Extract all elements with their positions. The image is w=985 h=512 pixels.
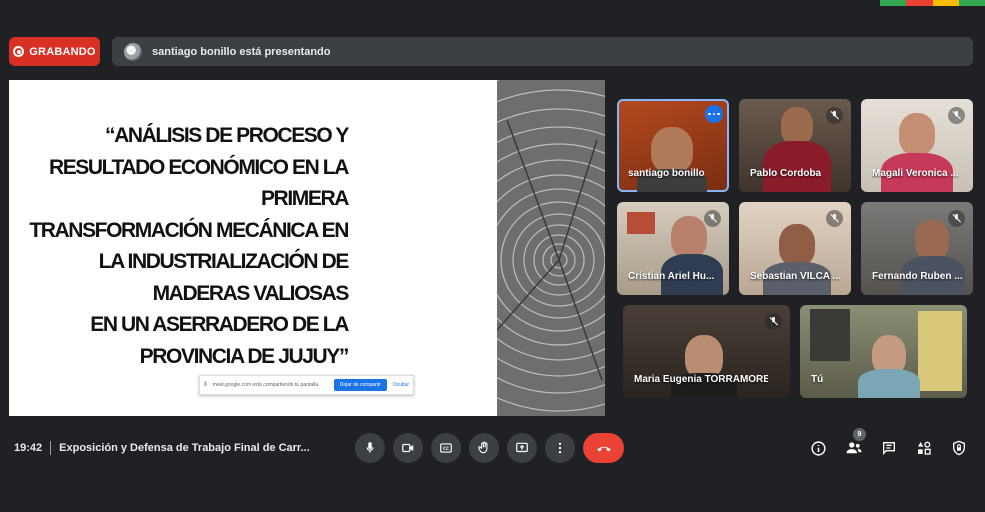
participant-tile[interactable]: Maria Eugenia TORRAMORE... — [623, 305, 790, 398]
slide-title: “ANÁLISIS DE PROCESO Y RESULTADO ECONÓMI… — [9, 120, 350, 372]
camera-icon — [402, 443, 414, 453]
brand-stripe-yellow — [932, 0, 959, 6]
presenting-banner: santiago bonillo está presentando — [112, 37, 973, 66]
slide-title-line: TRANSFORMACIÓN MECÁNICA EN — [29, 218, 349, 242]
info-icon — [811, 440, 826, 456]
participant-tile[interactable]: Pablo Cordoba — [739, 99, 851, 192]
meeting-title: Exposición y Defensa de Trabajo Final de… — [59, 442, 310, 454]
participant-name: Fernando Ruben ... — [872, 271, 962, 282]
raise-hand-button[interactable] — [469, 433, 499, 463]
mic-button[interactable] — [355, 433, 385, 463]
mic-off-icon — [704, 210, 721, 227]
participant-tile[interactable]: Tú — [800, 305, 967, 398]
mic-off-icon — [948, 107, 965, 124]
record-icon — [13, 46, 25, 57]
shared-screen: “ANÁLISIS DE PROCESO Y RESULTADO ECONÓMI… — [9, 80, 605, 416]
participant-tile[interactable]: Fernando Ruben ... — [861, 202, 973, 295]
end-call-icon — [596, 446, 611, 452]
slide-title-line: MADERAS VALIOSAS — [152, 281, 350, 305]
participant-count-badge: 9 — [853, 428, 866, 441]
present-button[interactable] — [507, 433, 537, 463]
slide-title-line: RESULTADO ECONÓMICO EN LA — [48, 155, 349, 179]
slide-title-line: PROVINCIA DE JUJUY” — [139, 344, 350, 368]
slide-title-line: LA INDUSTRIALIZACIÓN DE — [98, 250, 350, 273]
participant-tile[interactable]: Magali Veronica ... — [861, 99, 973, 192]
divider — [50, 441, 52, 455]
mic-off-icon — [826, 107, 843, 124]
more-options-button[interactable] — [545, 433, 575, 463]
participant-name: Tú — [811, 374, 824, 385]
brand-stripe — [880, 0, 985, 6]
participant-name: Pablo Cordoba — [750, 168, 822, 179]
end-call-button[interactable] — [583, 433, 624, 463]
captions-button[interactable]: CC — [431, 433, 461, 463]
share-notice-text: meet.google.com está compartiendo tu pan… — [212, 382, 320, 388]
brand-stripe-green — [880, 0, 907, 6]
meeting-time: 19:42 — [14, 442, 43, 454]
slide-title-line: PRIMERA — [260, 187, 349, 210]
recording-label: GRABANDO — [29, 45, 96, 58]
mic-icon — [366, 442, 374, 453]
call-controls: CC — [355, 433, 624, 463]
mic-off-icon — [826, 210, 843, 227]
side-panel-controls: 9 — [803, 428, 974, 463]
svg-text:CC: CC — [443, 446, 449, 451]
chat-button[interactable] — [873, 433, 904, 463]
screen-share-notice: ⦀ meet.google.com está compartiendo tu p… — [199, 375, 414, 395]
participant-name: Cristian Ariel Hu... — [628, 271, 715, 282]
participant-tile[interactable]: Cristian Ariel Hu... — [617, 202, 729, 295]
participant-name: Sebastian VILCA ... — [750, 271, 840, 282]
mic-off-icon — [948, 210, 965, 227]
people-button[interactable]: 9 — [838, 428, 869, 463]
participant-name: santiago bonillo — [628, 168, 705, 179]
recording-badge[interactable]: GRABANDO — [9, 37, 100, 66]
activities-button[interactable] — [908, 433, 939, 463]
meeting-details-button[interactable] — [803, 433, 834, 463]
chat-icon — [882, 442, 895, 455]
participant-options-button[interactable] — [705, 105, 723, 123]
participant-name: Magali Veronica ... — [872, 168, 959, 179]
brand-stripe-red — [906, 0, 933, 6]
camera-button[interactable] — [393, 433, 423, 463]
presenting-text: santiago bonillo está presentando — [152, 45, 331, 58]
bottom-bar: 19:42 Exposición y Defensa de Trabajo Fi… — [0, 428, 985, 466]
presenter-avatar — [124, 42, 142, 61]
hide-share-notice-button[interactable]: Ocultar — [393, 382, 409, 388]
slide-title-line: “ANÁLISIS DE PROCESO Y — [104, 124, 349, 147]
meeting-info: 19:42 Exposición y Defensa de Trabajo Fi… — [14, 441, 310, 455]
participant-tile[interactable]: santiago bonillo — [617, 99, 729, 192]
activities-icon — [917, 441, 931, 455]
participant-name: Maria Eugenia TORRAMORE... — [634, 374, 768, 385]
share-notice-icon: ⦀ — [204, 381, 207, 388]
stop-sharing-button[interactable]: Dejar de compartir — [333, 379, 387, 391]
top-bar: GRABANDO santiago bonillo está presentan… — [9, 37, 973, 66]
captions-icon: CC — [440, 443, 452, 453]
raise-hand-icon — [478, 441, 488, 454]
wood-rings-image — [497, 80, 605, 416]
brand-stripe-green-2 — [958, 0, 985, 6]
host-controls-button[interactable] — [943, 433, 974, 463]
more-vert-icon — [558, 442, 562, 454]
participant-tile[interactable]: Sebastian VILCA ... — [739, 202, 851, 295]
mic-off-icon — [765, 313, 782, 330]
slide-title-line: EN UN ASERRADERO DE LA — [90, 313, 349, 336]
present-icon — [516, 442, 528, 453]
shield-icon — [952, 440, 965, 456]
people-icon — [846, 442, 861, 454]
